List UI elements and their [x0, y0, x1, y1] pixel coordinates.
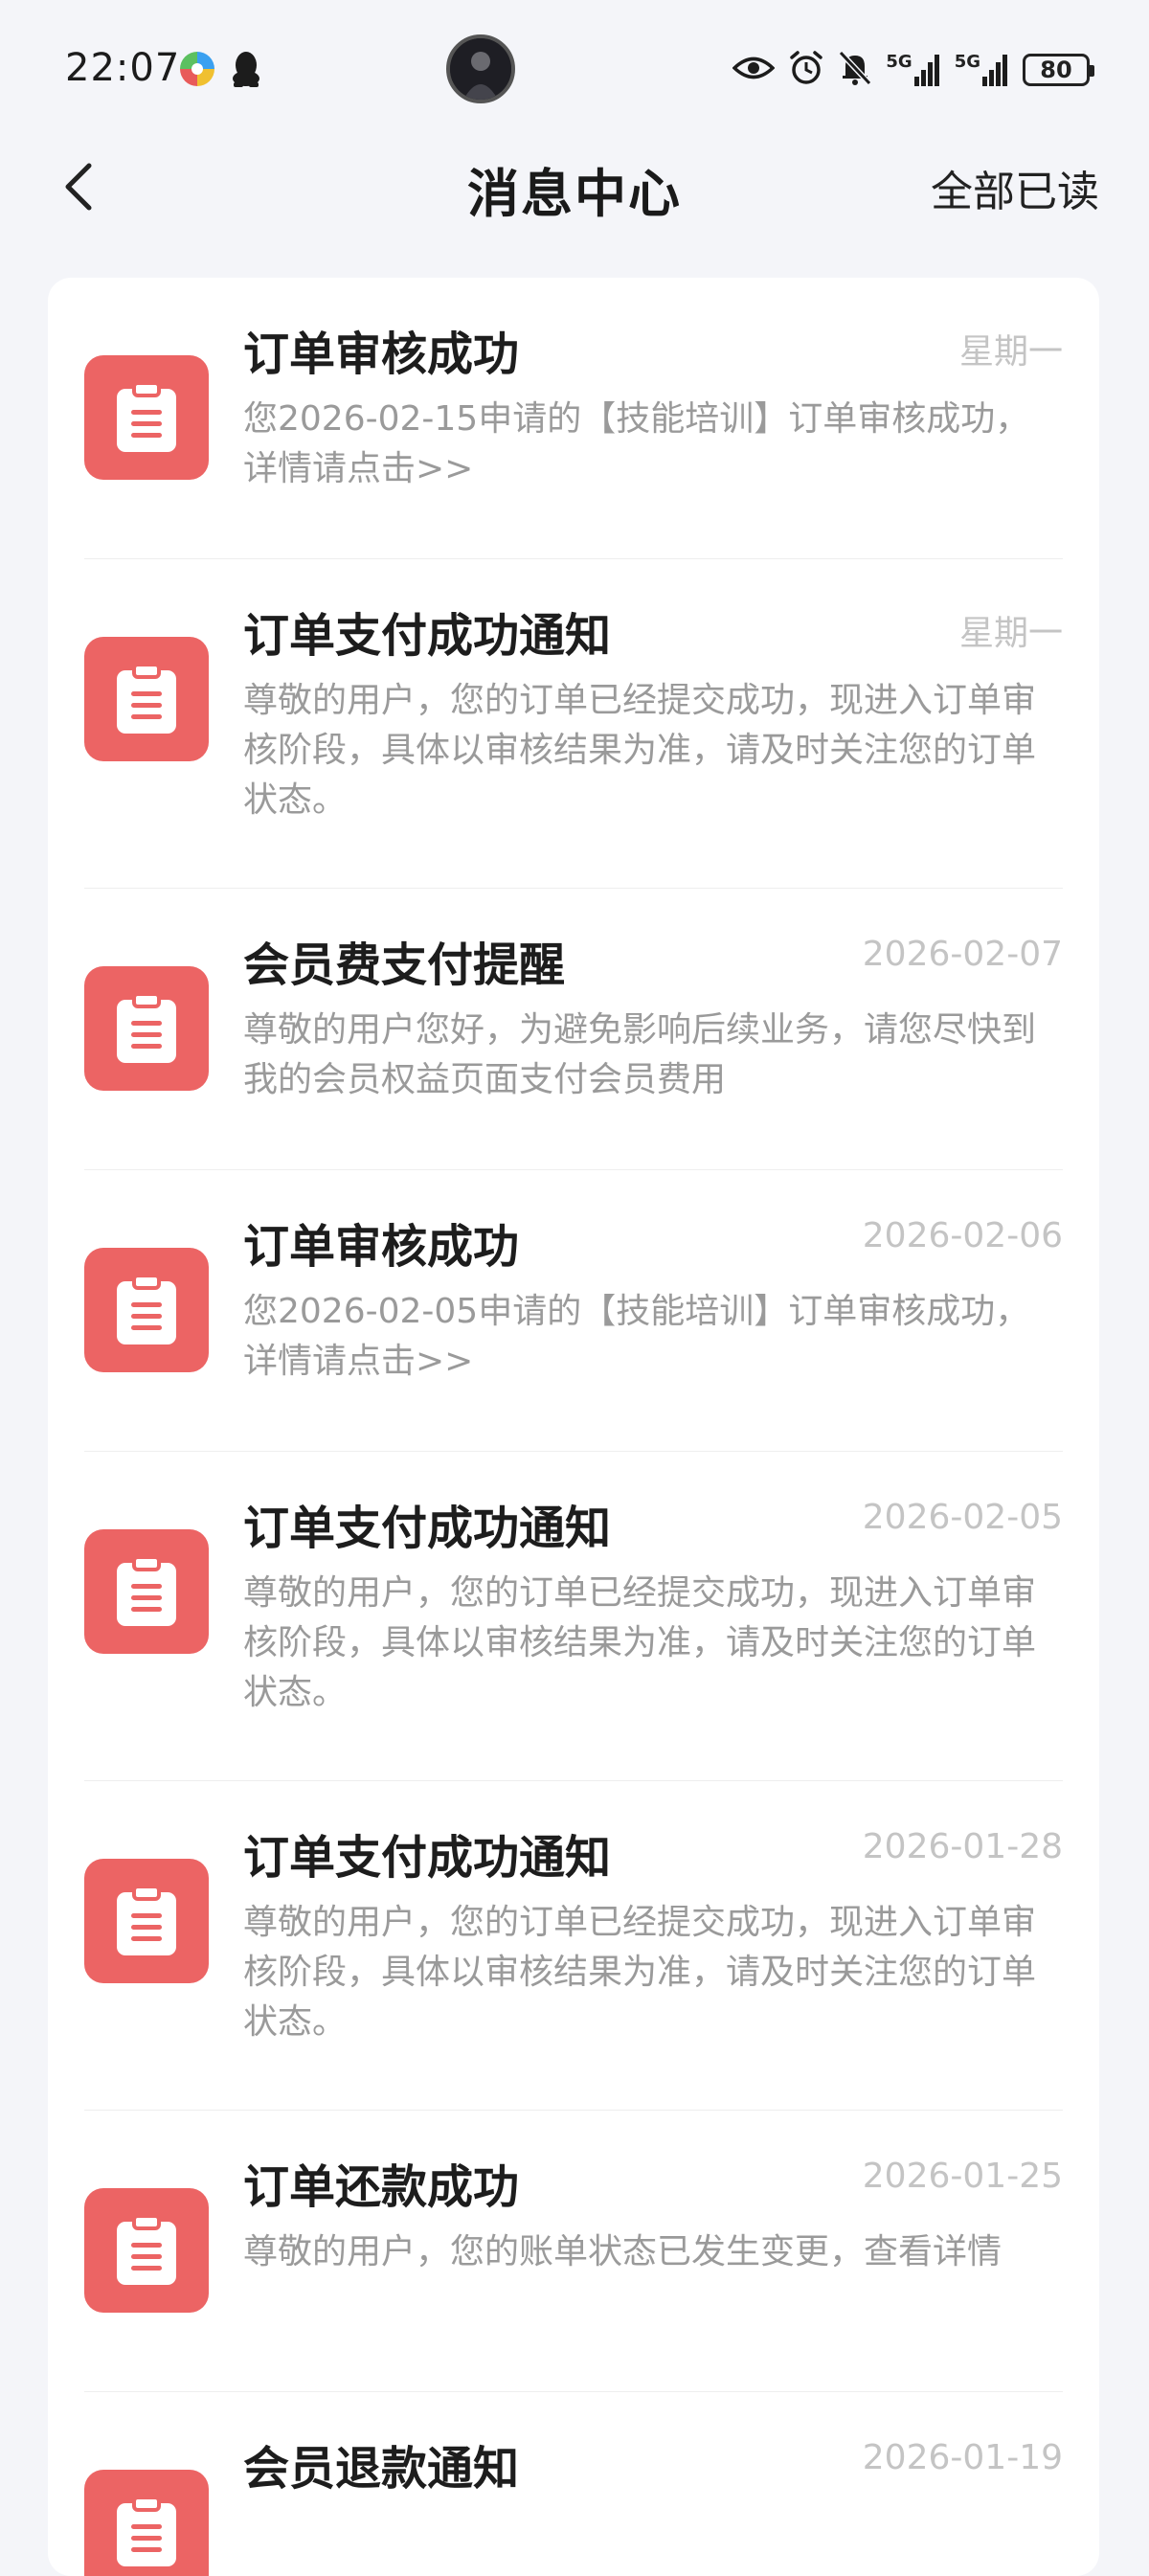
message-item[interactable]: 订单还款成功 2026-01-25 尊敬的用户，您的账单状态已发生变更，查看详情	[84, 2111, 1063, 2392]
message-date: 2026-01-25	[862, 2157, 1063, 2196]
message-date: 2026-02-06	[862, 1216, 1063, 1255]
clipboard-icon	[84, 355, 209, 480]
message-title: 订单审核成功	[243, 328, 520, 381]
message-body: 尊敬的用户您好，为避免影响后续业务，请您尽快到我的会员权益页面支付会员费用	[243, 1010, 1037, 1099]
network-type-label: 5G	[886, 52, 912, 72]
status-system-icons: 5G 5G 80	[732, 50, 1094, 90]
message-title: 会员退款通知	[243, 2442, 520, 2496]
message-title: 订单支付成功通知	[243, 609, 612, 663]
message-title: 会员费支付提醒	[243, 938, 566, 992]
battery-icon: 80	[1023, 54, 1094, 86]
message-item[interactable]: 订单审核成功 星期一您2026-02-15申请的【技能培训】订单审核成功，详情请点…	[84, 278, 1063, 559]
message-body: 尊敬的用户，您的订单已经提交成功，现进入订单审核阶段，具体以审核结果为准，请及时…	[243, 1903, 1037, 2042]
clipboard-icon	[84, 966, 209, 1091]
message-title: 订单审核成功	[243, 1220, 520, 1274]
message-item[interactable]: 订单审核成功 2026-02-06 您2026-02-05申请的【技能培训】订单审核…	[84, 1170, 1063, 1452]
network-type-label: 5G	[954, 52, 980, 72]
clipboard-icon	[84, 1248, 209, 1372]
eye-icon	[732, 54, 776, 86]
bell-muted-icon	[838, 50, 872, 90]
front-camera-avatar	[446, 34, 515, 103]
battery-level: 80	[1040, 56, 1072, 83]
message-body: 尊敬的用户，您的订单已经提交成功，现进入订单审核阶段，具体以审核结果为准，请及时…	[243, 1573, 1037, 1712]
status-time: 22:07	[65, 46, 181, 90]
nav-bar: 消息中心 全部已读	[0, 134, 1149, 239]
clipboard-icon	[84, 2188, 209, 2313]
message-item[interactable]: 订单支付成功通知 2026-02-05 尊敬的用户，您的订单已经提交成功，现进入订单…	[84, 1452, 1063, 1781]
message-item[interactable]: 订单支付成功通知 2026-01-28 尊敬的用户，您的订单已经提交成功，现进入订单…	[84, 1781, 1063, 2111]
message-date: 2026-02-05	[862, 1498, 1063, 1537]
signal-5g-2-icon: 5G	[955, 54, 1009, 86]
message-body: 尊敬的用户，您的账单状态已发生变更，查看详情	[243, 2232, 1003, 2271]
qq-penguin-icon	[230, 50, 262, 92]
message-list: 订单审核成功 星期一 您2026-02-15申请的【技能培训】订单审核成功，详情请点…	[48, 278, 1099, 2576]
message-body: 您2026-02-15申请的【技能培训】订单审核成功，详情请点击>>	[243, 399, 1030, 488]
clipboard-icon	[84, 2470, 209, 2576]
clipboard-icon	[84, 637, 209, 761]
alarm-icon	[788, 50, 824, 90]
message-item[interactable]: 订单支付成功通知 星期一尊敬的用户，您的订单已经提交成功，现进入订单审核阶段，具体…	[84, 559, 1063, 889]
status-notification-icons	[178, 50, 262, 92]
message-date: 星期一	[958, 614, 1063, 653]
signal-5g-1-icon: 5G	[886, 54, 940, 86]
message-date: 星期一	[958, 332, 1063, 372]
message-body: 您2026-02-05申请的【技能培训】订单审核成功，详情请点击>>	[243, 1292, 1030, 1381]
message-date: 2026-01-28	[862, 1827, 1063, 1866]
message-body: 尊敬的用户，您的订单已经提交成功，现进入订单审核阶段，具体以审核结果为准，请及时…	[243, 681, 1037, 820]
clipboard-icon	[84, 1529, 209, 1654]
message-title: 订单支付成功通知	[243, 1831, 612, 1885]
message-title: 订单支付成功通知	[243, 1502, 612, 1555]
message-item[interactable]: 会员费支付提醒 2026-02-07 尊敬的用户您好，为避免影响后续业务，请您尽快到…	[84, 889, 1063, 1170]
status-bar: 22:07 5G 5G 80	[0, 0, 1149, 134]
message-title: 订单还款成功	[243, 2160, 520, 2214]
message-date: 2026-02-07	[862, 935, 1063, 974]
message-date: 2026-01-19	[862, 2438, 1063, 2477]
message-item[interactable]: 会员退款通知 2026-01-19	[84, 2392, 1063, 2576]
mark-all-read-button[interactable]: 全部已读	[931, 157, 1099, 218]
clipboard-icon	[84, 1859, 209, 1983]
app-pinwheel-icon	[178, 50, 216, 92]
